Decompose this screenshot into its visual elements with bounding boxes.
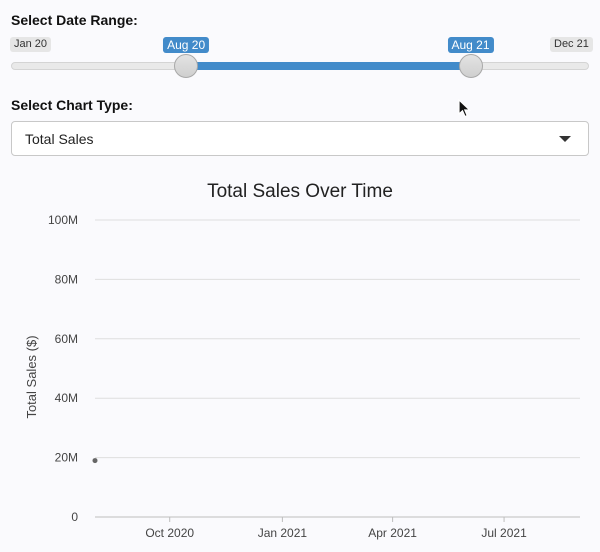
slider-selected-range [186,62,471,70]
y-tick-label: 20M [55,451,78,465]
sales-chart: Total Sales Over Time 020M40M60M80M100M … [24,181,580,540]
y-axis-title: Total Sales ($) [24,335,39,418]
x-tick-label: Oct 2020 [145,526,194,540]
slider-max-label: Dec 21 [550,37,593,52]
y-tick-label: 40M [55,391,78,405]
data-points [92,458,98,464]
y-axis: 0 20M 40M 60M 80M 100M [48,213,78,524]
data-point [92,458,98,464]
chevron-down-icon [559,136,571,142]
x-tick-label: Jul 2021 [481,526,527,540]
y-tick-label: 0 [71,510,78,524]
chart-gridlines [95,219,580,459]
y-tick-label: 100M [48,213,78,227]
slider-min-label: Jan 20 [10,37,52,52]
slider-to-handle[interactable] [458,54,483,78]
y-tick-label: 60M [55,332,78,346]
x-tick-label: Apr 2021 [368,526,417,540]
chart-type-label: Select Chart Type: [11,97,133,113]
date-range-slider[interactable]: Jan 20 Dec 21 Aug 20 Aug 21 [0,0,600,90]
slider-from-handle[interactable] [174,54,199,78]
chart-title: Total Sales Over Time [207,181,393,202]
x-axis: Oct 2020 Jan 2021 Apr 2021 Jul 2021 [95,516,580,540]
slider-from-label: Aug 20 [163,37,210,53]
mouse-pointer-icon [458,99,471,118]
chart-type-select[interactable]: Total Sales [11,121,589,156]
chart-type-selected-value: Total Sales [25,131,94,147]
y-tick-label: 80M [55,272,78,286]
x-tick-label: Jan 2021 [258,526,308,540]
slider-to-label: Aug 21 [447,37,494,53]
